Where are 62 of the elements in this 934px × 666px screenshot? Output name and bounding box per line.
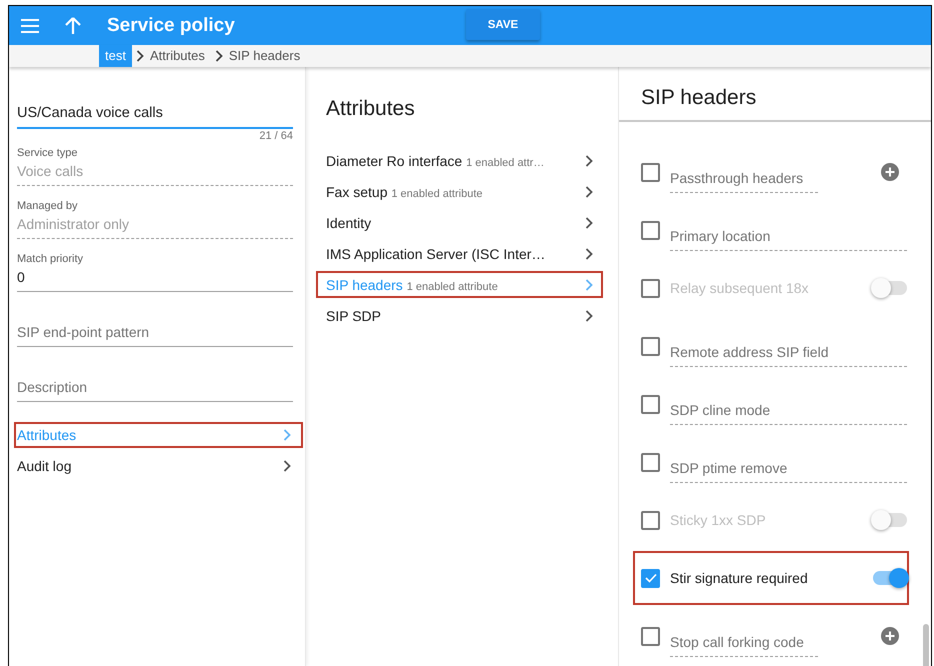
checkmark-icon	[644, 573, 656, 583]
character-counter: 21 / 64	[258, 130, 293, 142]
field-label: Managed by	[17, 200, 79, 212]
checkbox[interactable]	[641, 394, 660, 414]
panel-title: Attributes	[326, 97, 416, 121]
name-field[interactable]: US/Canada voice calls	[17, 105, 293, 129]
chevron-right-icon	[283, 429, 291, 441]
attribute-item[interactable]: Identity	[316, 209, 603, 236]
chevron-right-icon	[214, 50, 223, 62]
page-title: Service policy	[107, 14, 235, 36]
chevron-right-icon	[585, 248, 593, 260]
checkbox[interactable]	[641, 626, 660, 646]
add-icon[interactable]	[881, 627, 899, 645]
select-field[interactable]: Remote address SIP field	[670, 336, 907, 366]
checkbox[interactable]	[641, 510, 660, 530]
checkbox[interactable]	[641, 452, 660, 472]
field-label: Service type	[17, 147, 79, 159]
attribute-item[interactable]: Diameter Ro interface 1 enabled attr…	[316, 147, 603, 174]
input-field[interactable]: Description	[17, 379, 293, 402]
chevron-right-icon	[283, 460, 291, 472]
breadcrumb-link[interactable]: test	[99, 45, 132, 67]
toggle-switch[interactable]	[873, 281, 907, 295]
save-button[interactable]: SAVE	[466, 9, 540, 40]
checkbox[interactable]	[641, 568, 660, 588]
chevron-right-icon	[136, 50, 144, 62]
field-label: Match priority	[17, 253, 84, 265]
menu-icon[interactable]	[21, 18, 39, 32]
toggle-label: Stir signature required	[670, 570, 809, 586]
breadcrumb-link[interactable]: SIP headers	[222, 45, 306, 67]
toggle-switch[interactable]	[873, 513, 907, 527]
scrollbar[interactable]	[923, 624, 929, 666]
attribute-item[interactable]: SIP SDP	[316, 302, 603, 329]
panel-title: SIP headers	[619, 67, 931, 122]
chevron-right-icon	[585, 216, 593, 228]
select-field[interactable]: SDP cline mode	[670, 394, 907, 424]
breadcrumb-link[interactable]: Attributes	[144, 45, 211, 67]
readonly-field: Administrator only	[17, 216, 293, 239]
select-field[interactable]: Passthrough headers	[670, 162, 818, 192]
toggle-switch[interactable]	[873, 571, 907, 585]
chevron-right-icon	[585, 154, 593, 166]
toggle-label: Relay subsequent 18x	[670, 280, 810, 296]
select-field[interactable]: SDP ptime remove	[670, 452, 907, 482]
up-arrow-icon[interactable]	[65, 17, 81, 34]
input-field[interactable]: 0	[17, 269, 293, 292]
attribute-item[interactable]: Fax setup 1 enabled attribute	[316, 178, 603, 205]
input-field[interactable]: SIP end-point pattern	[17, 324, 293, 347]
nav-item[interactable]: Audit log	[14, 453, 303, 479]
checkbox[interactable]	[641, 278, 660, 298]
checkbox[interactable]	[641, 220, 660, 240]
chevron-right-icon	[585, 186, 593, 198]
select-field[interactable]: Primary location	[670, 220, 907, 250]
attribute-item[interactable]: SIP headers 1 enabled attribute	[316, 271, 603, 298]
select-field[interactable]: Stop call forking code	[670, 626, 818, 656]
toggle-label: Sticky 1xx SDP	[670, 512, 767, 528]
chevron-right-icon	[585, 310, 593, 322]
add-icon[interactable]	[881, 163, 899, 181]
readonly-field: Voice calls	[17, 163, 293, 186]
checkbox[interactable]	[641, 162, 660, 182]
chevron-right-icon	[585, 278, 593, 290]
checkbox[interactable]	[641, 336, 660, 356]
nav-item[interactable]: Attributes	[14, 422, 303, 448]
attribute-item[interactable]: IMS Application Server (ISC Inter…	[316, 240, 603, 267]
